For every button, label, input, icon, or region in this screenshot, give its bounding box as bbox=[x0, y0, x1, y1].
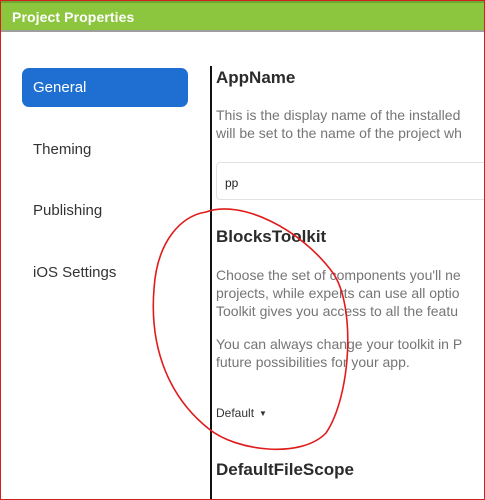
sidebar-item-general[interactable]: General bbox=[22, 68, 188, 107]
sidebar-divider bbox=[210, 66, 212, 499]
sidebar-item-publishing[interactable]: Publishing bbox=[22, 191, 188, 230]
blockstoolkit-description-line: Toolkit gives you access to all the feat… bbox=[216, 303, 459, 319]
sidebar-item-theming[interactable]: Theming bbox=[22, 130, 188, 169]
app-name-input[interactable]: pp bbox=[216, 162, 484, 200]
blocks-toolkit-dropdown[interactable]: Default ▼ bbox=[216, 406, 267, 420]
sidebar-item-label: General bbox=[33, 79, 87, 96]
sidebar-item-label: iOS Settings bbox=[33, 264, 117, 281]
app-name-value: pp bbox=[225, 176, 239, 190]
section-title-blockstoolkit: BlocksToolkit bbox=[216, 227, 327, 246]
titlebar-accent bbox=[1, 1, 484, 3]
section-title-appname: AppName bbox=[216, 68, 296, 87]
appname-description-line: This is the display name of the installe… bbox=[216, 107, 461, 123]
sidebar-item-ios-settings[interactable]: iOS Settings bbox=[22, 253, 188, 292]
chevron-down-icon: ▼ bbox=[259, 409, 267, 418]
sidebar-item-label: Publishing bbox=[33, 202, 103, 219]
project-properties-dialog: Project Properties General Theming Publi… bbox=[0, 0, 485, 500]
dropdown-selected-value: Default bbox=[216, 406, 255, 420]
settings-sidebar: General Theming Publishing iOS Settings bbox=[1, 32, 211, 499]
section-title-defaultfilescope: DefaultFileScope bbox=[216, 460, 354, 479]
dialog-titlebar: Project Properties bbox=[1, 1, 484, 32]
blockstoolkit-description-line: future possibilities for your app. bbox=[216, 354, 410, 370]
blockstoolkit-description-line: projects, while experts can use all opti… bbox=[216, 285, 460, 301]
appname-description-line: will be set to the name of the project w… bbox=[216, 125, 462, 141]
sidebar-item-label: Theming bbox=[33, 141, 92, 158]
blockstoolkit-description-line: Choose the set of components you'll ne bbox=[216, 267, 461, 283]
dialog-title: Project Properties bbox=[12, 9, 135, 25]
settings-content: AppName This is the display name of the … bbox=[216, 32, 484, 499]
blockstoolkit-description-line: You can always change your toolkit in P bbox=[216, 336, 463, 352]
